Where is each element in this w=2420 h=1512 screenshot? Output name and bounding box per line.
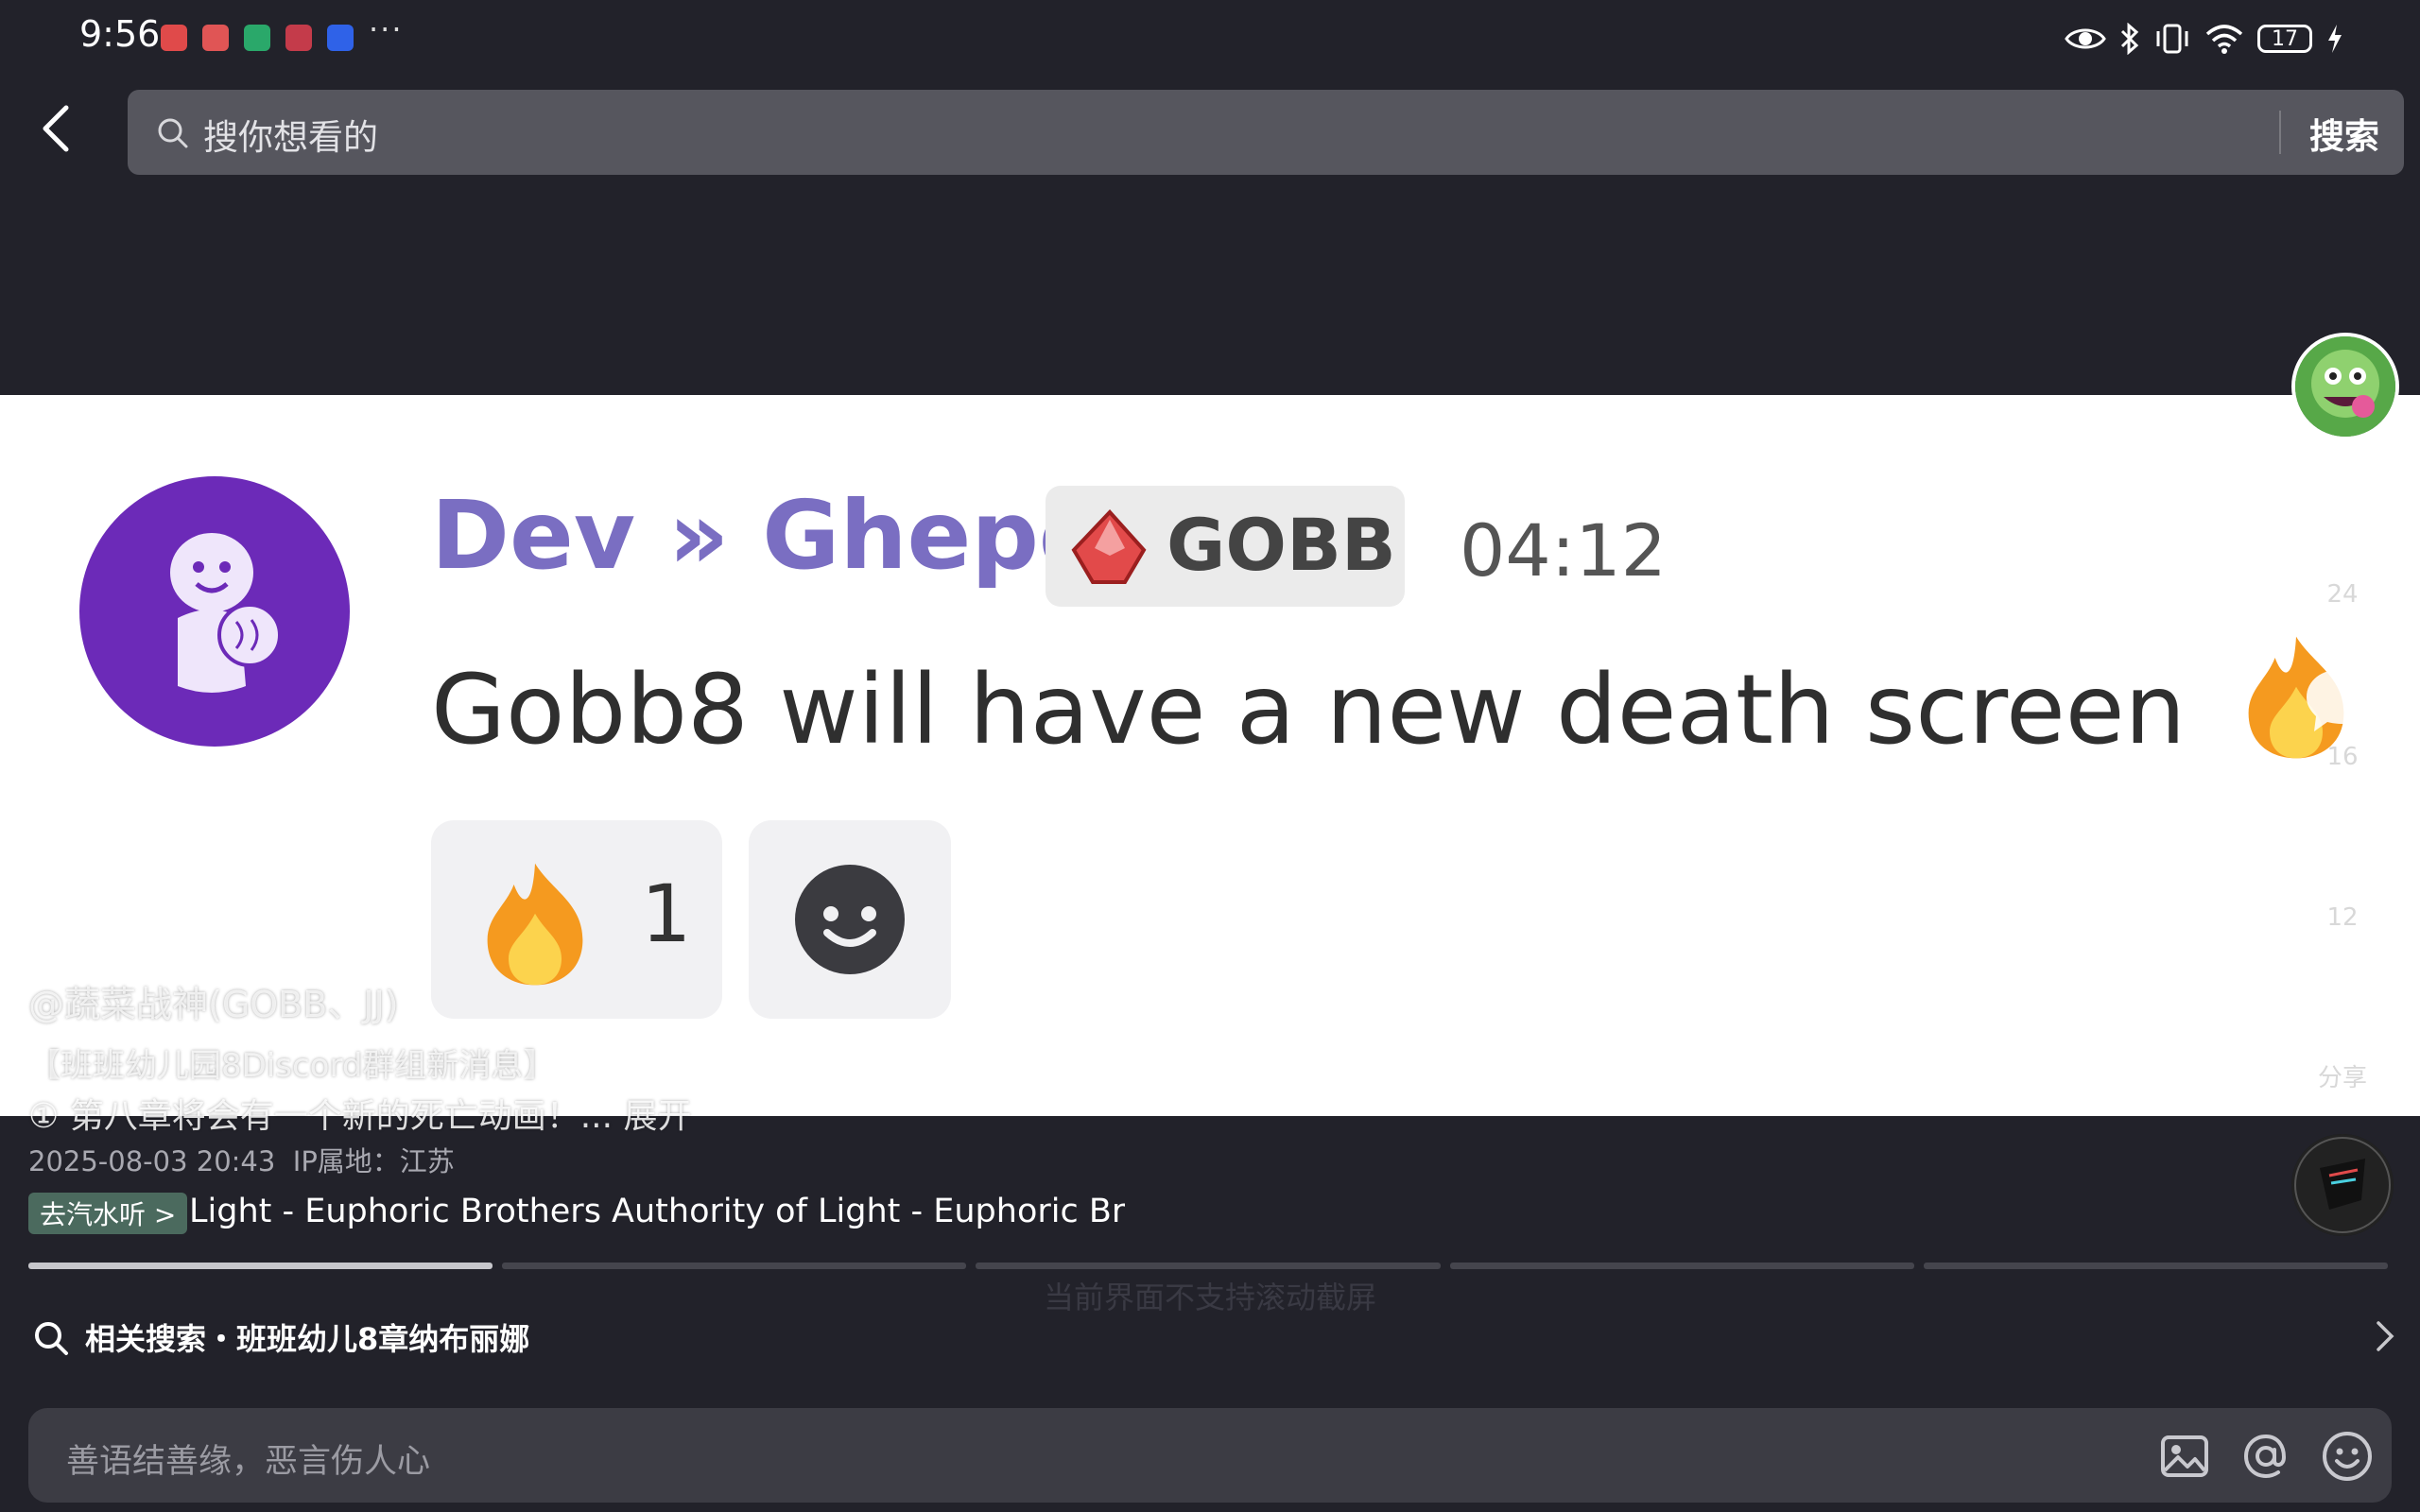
battery-icon: 17 — [2257, 25, 2312, 53]
status-time: 9:56 — [79, 13, 161, 55]
progress-segment — [502, 1263, 967, 1269]
status-bar: 9:56 ··· 17 — [0, 0, 2420, 76]
wifi-icon — [2205, 25, 2243, 54]
star-icon — [2307, 824, 2378, 892]
creator-avatar-image — [2295, 336, 2395, 437]
message-author: Dev » Ghepo — [431, 480, 1104, 591]
like-button[interactable]: 24 — [2297, 501, 2388, 609]
post-author[interactable]: @蔬菜战神(GOBB、JJ) — [28, 975, 399, 1027]
search-input[interactable]: 搜你想看的 — [203, 109, 378, 160]
music-title[interactable]: Light - Euphoric Brothers Authority of L… — [189, 1193, 1125, 1230]
eye-icon — [2065, 28, 2106, 49]
emoji-icon[interactable] — [2320, 1429, 2375, 1484]
discord-avatar — [79, 476, 350, 747]
related-search-text: 相关搜索・班班幼儿8章纳布丽娜 — [85, 1321, 530, 1357]
vibrate-icon — [2156, 24, 2188, 54]
notification-app-icon — [161, 25, 187, 51]
heart-icon — [2310, 508, 2375, 569]
share-button[interactable]: 分享 — [2297, 983, 2388, 1093]
comment-count: 16 — [2326, 743, 2359, 771]
notification-app-icon — [285, 25, 312, 51]
fire-emoji-icon — [487, 863, 583, 986]
favorite-button[interactable]: 12 — [2297, 820, 2388, 932]
screenshot-toast: 当前界面不支持滚动截屏 — [1043, 1280, 1376, 1315]
post-title: 【班班幼儿园8Discord群组新消息】 — [28, 1047, 556, 1085]
back-button[interactable] — [38, 102, 83, 163]
like-count: 24 — [2326, 580, 2359, 609]
search-icon — [158, 118, 188, 148]
search-bar[interactable]: 搜你想看的 搜索 — [128, 90, 2404, 175]
chevron-left-icon — [43, 105, 69, 152]
video-progress[interactable] — [28, 1263, 2389, 1269]
progress-segment — [976, 1263, 1441, 1269]
comment-button[interactable]: 16 — [2297, 663, 2388, 771]
notification-app-icon — [202, 25, 229, 51]
post-ip-location: IP属地：江苏 — [292, 1145, 455, 1177]
charging-icon — [2328, 25, 2342, 53]
search-divider — [2279, 111, 2281, 154]
image-icon[interactable] — [2157, 1429, 2212, 1484]
music-disc[interactable] — [2291, 1134, 2394, 1236]
notification-app-icon — [327, 25, 354, 51]
system-icons: 17 — [2065, 17, 2344, 60]
progress-segment — [1923, 1263, 2389, 1269]
smiley-icon — [795, 865, 905, 974]
mascot-icon — [170, 533, 282, 693]
comment-input[interactable]: 善语结善缘，恶言伤人心 — [66, 1435, 430, 1483]
bluetooth-icon — [2120, 23, 2139, 55]
progress-segment — [28, 1263, 493, 1269]
creator-avatar[interactable] — [2291, 333, 2399, 440]
share-icon — [2307, 988, 2378, 1045]
search-button[interactable]: 搜索 — [2309, 108, 2379, 159]
post-description[interactable]: ① 第八章将会有一个新的死亡动画！... 展开 — [28, 1089, 692, 1138]
fire-reaction-button[interactable]: 1 — [431, 820, 722, 1019]
post-meta: 2025-08-03 20:43 IP属地：江苏 — [28, 1140, 455, 1179]
music-app-link[interactable]: 去汽水听 > — [28, 1193, 188, 1234]
server-tag-label: GOBB — [1167, 503, 1396, 587]
gem-icon — [1071, 509, 1147, 584]
comment-bar[interactable]: 善语结善缘，恶言伤人心 — [28, 1408, 2392, 1503]
share-label: 分享 — [2317, 1064, 2367, 1092]
server-tag: GOBB — [1046, 486, 1405, 607]
search-icon — [35, 1322, 68, 1355]
progress-segment — [1449, 1263, 1914, 1269]
notification-app-icon — [244, 25, 270, 51]
comment-icon — [2307, 669, 2378, 731]
message-body: Gobb8 will have a new death screen — [431, 654, 2187, 766]
message-timestamp: 04:12 — [1460, 508, 1668, 593]
chevron-right-icon — [2377, 1321, 2394, 1351]
music-disc-image — [2291, 1134, 2394, 1236]
favorite-count: 12 — [2326, 903, 2359, 932]
post-date: 2025-08-03 20:43 — [28, 1145, 276, 1177]
add-reaction-button[interactable] — [749, 820, 951, 1019]
mention-icon[interactable] — [2238, 1429, 2293, 1484]
more-notifications-icon: ··· — [369, 11, 404, 47]
reaction-count: 1 — [641, 868, 692, 960]
related-search[interactable]: 相关搜索・班班幼儿8章纳布丽娜 — [32, 1314, 2395, 1363]
message-text: Gobb8 will have a new death screen — [431, 631, 2362, 766]
